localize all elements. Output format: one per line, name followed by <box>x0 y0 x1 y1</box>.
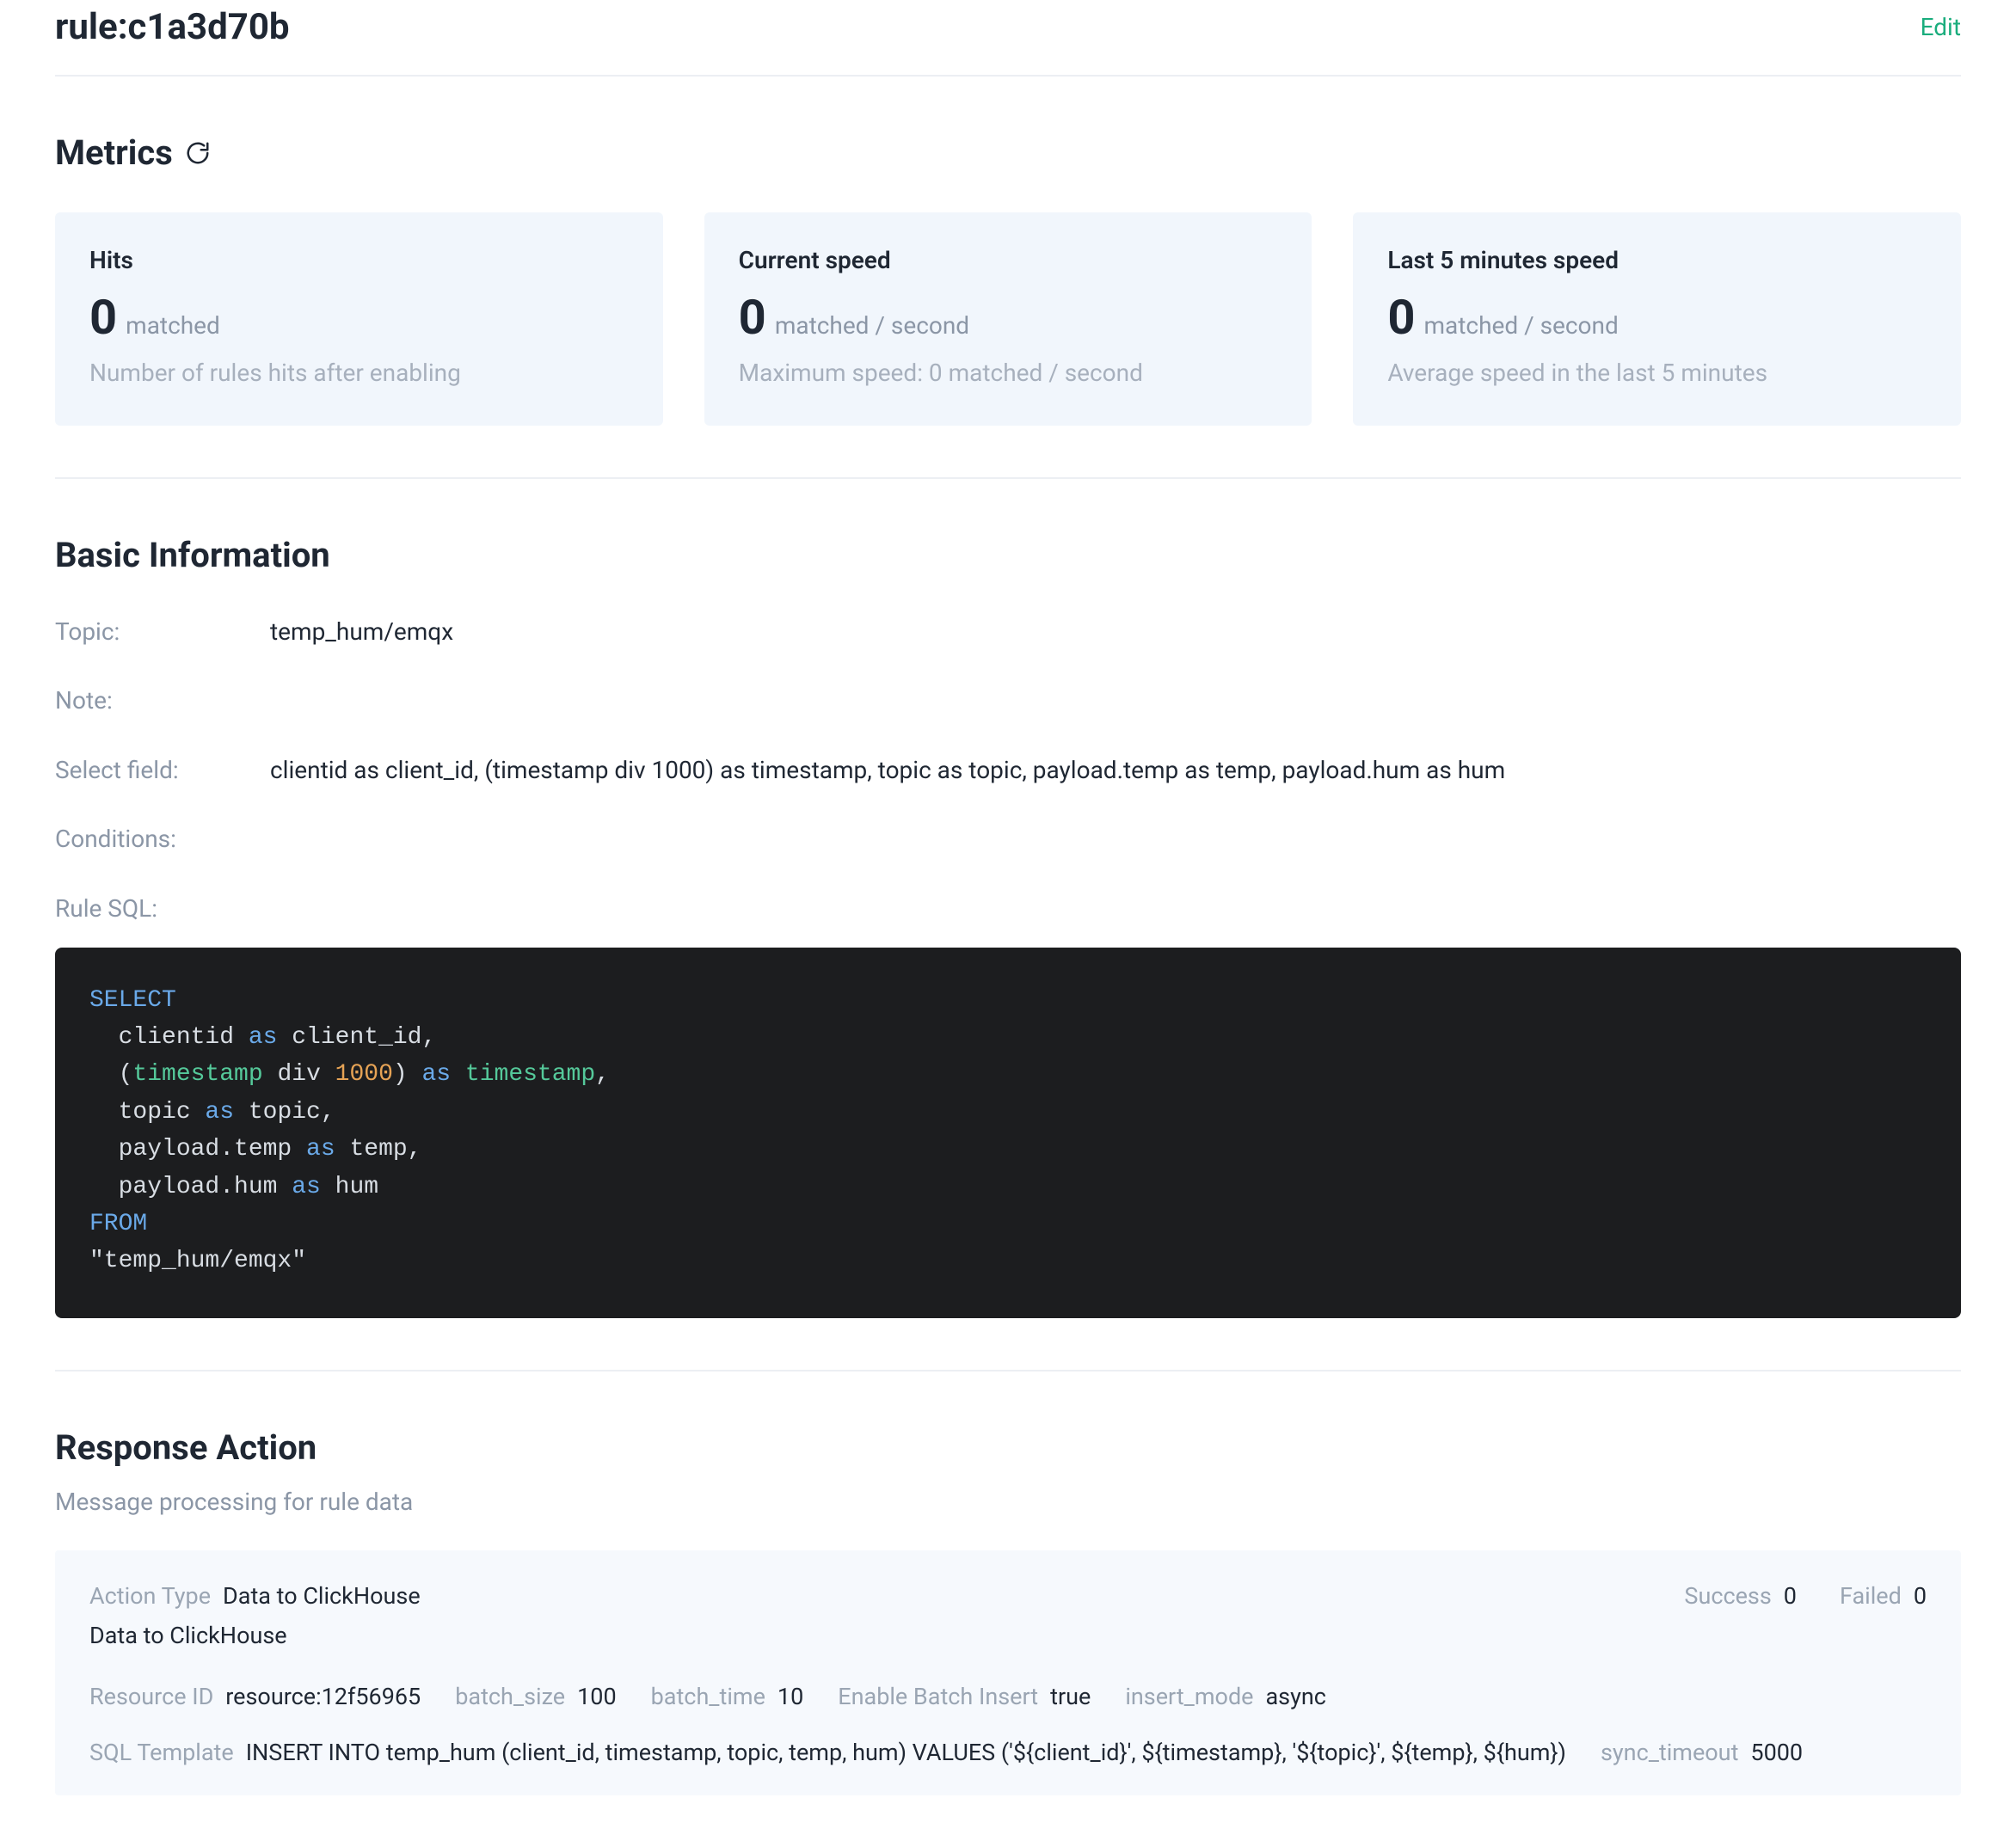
detail-value: 100 <box>577 1680 617 1714</box>
detail-value: async <box>1266 1680 1326 1714</box>
sql-token: as <box>306 1136 335 1163</box>
sql-token: as <box>292 1174 321 1200</box>
section-divider <box>55 477 1961 479</box>
metric-card-current-speed: Current speed 0 matched / second Maximum… <box>704 212 1312 426</box>
sql-token: ( <box>89 1061 132 1088</box>
detail-value: true <box>1050 1680 1091 1714</box>
detail-value: 5000 <box>1750 1736 1803 1770</box>
edit-link[interactable]: Edit <box>1921 10 1961 46</box>
failed-label: Failed <box>1840 1580 1902 1613</box>
metric-card-desc: Maximum speed: 0 matched / second <box>739 356 1278 391</box>
metric-card-unit: matched <box>126 309 220 344</box>
rule-sql-label: Rule SQL: <box>55 892 270 927</box>
detail-value: 10 <box>778 1680 803 1714</box>
failed-value: 0 <box>1914 1580 1927 1613</box>
sql-token: timestamp <box>132 1061 262 1088</box>
sql-token: 1000 <box>335 1061 393 1088</box>
metric-card-title: Current speed <box>739 243 1278 279</box>
conditions-label: Conditions: <box>55 822 270 857</box>
sql-token: , <box>595 1061 610 1088</box>
sql-token: client_id, <box>277 1024 436 1051</box>
refresh-icon[interactable] <box>185 140 211 166</box>
sql-token: temp, <box>335 1136 422 1163</box>
metric-card-last-5m: Last 5 minutes speed 0 matched / second … <box>1353 212 1961 426</box>
detail-label: batch_time <box>651 1680 765 1714</box>
detail-label: batch_size <box>455 1680 565 1714</box>
metric-card-unit: matched / second <box>775 309 969 344</box>
sql-token: FROM <box>89 1211 147 1237</box>
sql-token: SELECT <box>89 987 176 1014</box>
sql-token: as <box>249 1024 278 1051</box>
metric-card-desc: Average speed in the last 5 minutes <box>1387 356 1927 391</box>
detail-label: insert_mode <box>1125 1680 1253 1714</box>
rule-sql-code: SELECT clientid as client_id, (timestamp… <box>55 948 1961 1318</box>
metric-card-title: Hits <box>89 243 629 279</box>
topic-label: Topic: <box>55 615 270 650</box>
metric-card-hits: Hits 0 matched Number of rules hits afte… <box>55 212 663 426</box>
sql-token: topic, <box>234 1099 335 1126</box>
metric-card-value: 0 <box>89 293 117 341</box>
sql-token: as <box>205 1099 234 1126</box>
success-label: Success <box>1684 1580 1771 1613</box>
action-title: Data to ClickHouse <box>89 1619 1927 1653</box>
sql-token: div <box>263 1061 335 1088</box>
sql-token: "temp_hum/emqx" <box>89 1248 306 1274</box>
action-type-label: Action Type <box>89 1580 211 1613</box>
metric-card-value: 0 <box>1387 293 1415 341</box>
basic-info-heading: Basic Information <box>55 531 330 580</box>
sql-token: topic <box>89 1099 205 1126</box>
sql-token: payload.hum <box>89 1174 292 1200</box>
detail-label: SQL Template <box>89 1736 234 1770</box>
sql-token <box>451 1061 465 1088</box>
note-label: Note: <box>55 684 270 719</box>
success-value: 0 <box>1784 1580 1797 1613</box>
detail-label: Enable Batch Insert <box>838 1680 1038 1714</box>
sql-token: timestamp <box>465 1061 595 1088</box>
response-action-sub: Message processing for rule data <box>55 1485 1961 1520</box>
topic-value: temp_hum/emqx <box>270 615 453 650</box>
metrics-cards: Hits 0 matched Number of rules hits afte… <box>55 212 1961 426</box>
metrics-heading: Metrics <box>55 128 173 178</box>
detail-label: Resource ID <box>89 1680 213 1714</box>
sql-token: payload.temp <box>89 1136 306 1163</box>
section-divider <box>55 1370 1961 1371</box>
action-type-value: Data to ClickHouse <box>223 1580 421 1613</box>
metric-card-desc: Number of rules hits after enabling <box>89 356 629 391</box>
page-title: rule:c1a3d70b <box>55 2 290 54</box>
detail-value: INSERT INTO temp_hum (client_id, timesta… <box>246 1736 1566 1770</box>
select-field-value: clientid as client_id, (timestamp div 10… <box>270 753 1505 789</box>
sql-token: hum <box>321 1174 378 1200</box>
select-field-label: Select field: <box>55 753 270 789</box>
sql-token: ) <box>393 1061 422 1088</box>
detail-value: resource:12f56965 <box>225 1680 421 1714</box>
basic-info-rows: Topic: temp_hum/emqx Note: Select field:… <box>55 615 1961 927</box>
sql-token: as <box>422 1061 452 1088</box>
metric-card-title: Last 5 minutes speed <box>1387 243 1927 279</box>
metric-card-value: 0 <box>739 293 766 341</box>
response-action-heading: Response Action <box>55 1423 317 1473</box>
metric-card-unit: matched / second <box>1423 309 1618 344</box>
response-action-details: Resource ID resource:12f56965 batch_size 1… <box>89 1680 1927 1770</box>
detail-label: sync_timeout <box>1601 1736 1738 1770</box>
response-action-card: Action Type Data to ClickHouse Success 0… <box>55 1550 1961 1795</box>
sql-token: clientid <box>89 1024 249 1051</box>
